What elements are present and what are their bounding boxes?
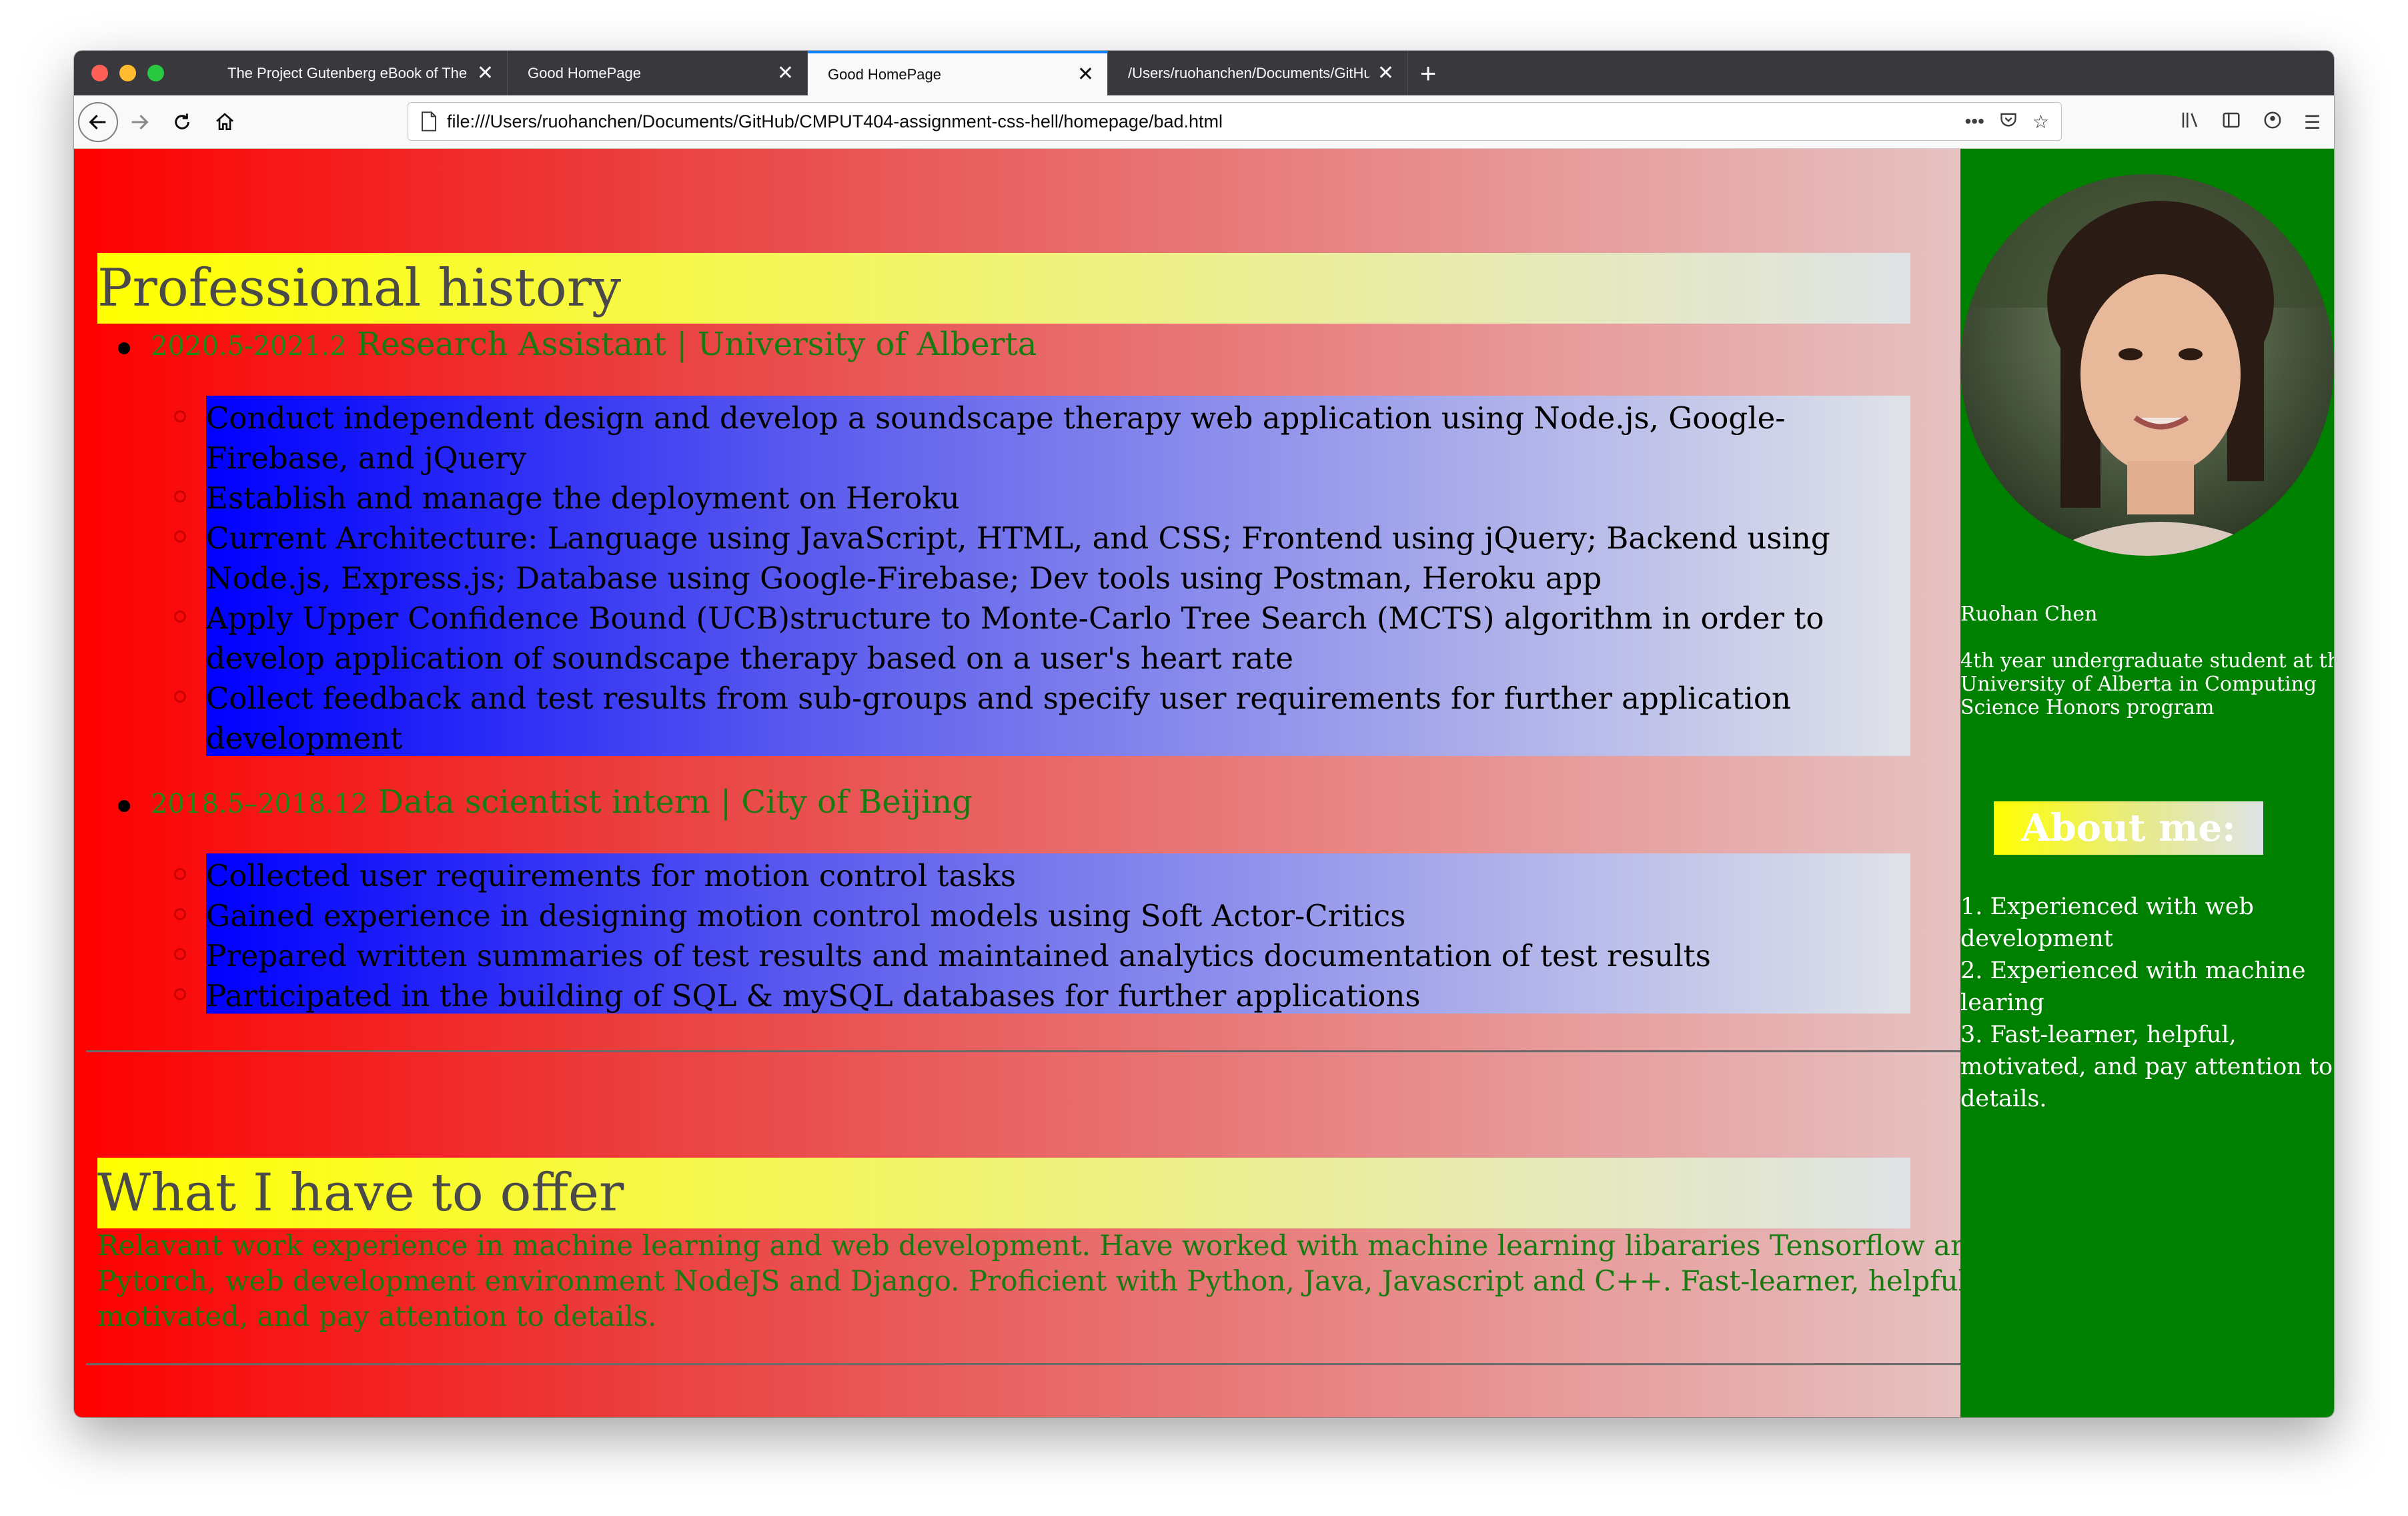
circle-bullet-icon	[174, 410, 186, 422]
tab-title: The Project Gutenberg eBook of The	[227, 64, 468, 81]
bullet-icon	[118, 800, 130, 812]
about-line: details.	[1960, 1086, 2047, 1112]
page-icon	[422, 111, 436, 131]
main-column: Professional history 2020.5-2021.2 Resea…	[74, 149, 1987, 1417]
tab-gutenberg[interactable]: The Project Gutenberg eBook of The ✕	[207, 51, 508, 95]
circle-bullet-icon	[174, 490, 186, 502]
list-item: Apply Upper Confidence Bound (UCB)struct…	[206, 601, 1824, 636]
navigation-toolbar: file:///Users/ruohanchen/Documents/GitHu…	[74, 95, 2334, 149]
url-text[interactable]: file:///Users/ruohanchen/Documents/GitHu…	[447, 111, 1950, 132]
about-line: motivated, and pay attention to	[1960, 1054, 2333, 1080]
url-bar[interactable]: file:///Users/ruohanchen/Documents/GitHu…	[408, 102, 2062, 141]
tab-title: Good HomePage	[828, 65, 941, 83]
list-item: Participated in the building of SQL & my…	[206, 978, 1421, 1014]
description-line: Science Honors program	[1960, 696, 2215, 719]
offer-line: motivated, and pay attention to details.	[97, 1300, 657, 1333]
list-item: Conduct independent design and develop a…	[206, 400, 1786, 436]
more-icon[interactable]: •••	[1964, 111, 1984, 132]
offer-paragraph: Relavant work experience in machine lear…	[97, 1228, 1987, 1334]
page-content: Professional history 2020.5-2021.2 Resea…	[74, 149, 2334, 1417]
about-me-heading: About me:	[1994, 801, 2263, 855]
job-dates: 2018.5–2018.12	[151, 789, 368, 819]
list-item: Current Architecture: Language using Jav…	[206, 520, 1830, 556]
circle-bullet-icon	[174, 691, 186, 703]
job-heading: 2018.5–2018.12 Data scientist intern | C…	[151, 783, 973, 821]
sidebar: Ruohan Chen 4th year undergraduate stude…	[1960, 149, 2334, 1417]
list-item: Node.js, Express.js; Database using Goog…	[206, 560, 1602, 596]
browser-window: The Project Gutenberg eBook of The ✕ Goo…	[74, 51, 2334, 1417]
home-icon	[216, 112, 233, 130]
about-line: 1. Experienced with web	[1960, 893, 2254, 920]
list-item: Prepared written summaries of test resul…	[206, 938, 1711, 974]
list-item: Collect feedback and test results from s…	[206, 681, 1791, 716]
tab-title: /Users/ruohanchen/Documents/GitHub	[1128, 64, 1369, 81]
home-button[interactable]	[203, 101, 246, 143]
profile-description: 4th year undergraduate student at the Un…	[1960, 649, 2334, 719]
circle-bullet-icon	[174, 530, 186, 542]
about-line: development	[1960, 925, 2113, 952]
list-item: Gained experience in designing motion co…	[206, 898, 1406, 933]
circle-bullet-icon	[174, 988, 186, 1000]
about-list: 1. Experienced with web development 2. E…	[1960, 891, 2334, 1115]
forward-button[interactable]	[118, 101, 161, 143]
pocket-icon[interactable]	[1999, 110, 2018, 133]
offer-heading: What I have to offer	[97, 1158, 1910, 1228]
circle-bullet-icon	[174, 908, 186, 920]
tab-good-homepage-active[interactable]: Good HomePage ✕	[808, 51, 1108, 95]
close-window-button[interactable]	[91, 65, 108, 81]
circle-bullet-icon	[174, 948, 186, 960]
offer-line: Pytorch, web development environment Nod…	[97, 1264, 1976, 1297]
minimize-window-button[interactable]	[119, 65, 136, 81]
library-icon[interactable]	[2180, 110, 2200, 135]
close-icon[interactable]: ✕	[477, 63, 494, 83]
close-icon[interactable]: ✕	[777, 63, 794, 83]
reload-button[interactable]	[161, 101, 203, 143]
job-dates: 2020.5-2021.2	[151, 331, 347, 362]
professional-history-heading: Professional history	[97, 253, 1910, 324]
offer-line: Relavant work experience in machine lear…	[97, 1229, 1987, 1262]
list-item: development	[206, 721, 403, 756]
arrow-right-icon	[131, 114, 149, 129]
divider	[86, 1050, 1960, 1052]
bookmark-star-icon[interactable]: ☆	[2032, 111, 2049, 133]
avatar	[1960, 174, 2334, 556]
tab-strip: The Project Gutenberg eBook of The ✕ Goo…	[74, 51, 2334, 95]
bullet-icon	[118, 342, 130, 354]
tab-file-path[interactable]: /Users/ruohanchen/Documents/GitHub ✕	[1108, 51, 1408, 95]
profile-name: Ruohan Chen	[1960, 603, 2098, 626]
list-item: Establish and manage the deployment on H…	[206, 480, 960, 516]
back-button[interactable]	[78, 101, 118, 142]
circle-bullet-icon	[174, 868, 186, 880]
toolbar-right: ☰	[2180, 95, 2321, 149]
list-item: Firebase, and jQuery	[206, 440, 527, 476]
sidebar-icon[interactable]	[2221, 110, 2241, 135]
about-line: learing	[1960, 990, 2044, 1016]
job-title: Research Assistant | University of Alber…	[356, 326, 1037, 363]
job-title: Data scientist intern | City of Beijing	[378, 783, 973, 821]
divider	[86, 1363, 1960, 1365]
circle-bullet-icon	[174, 611, 186, 623]
window-controls	[74, 51, 207, 95]
job-heading: 2020.5-2021.2 Research Assistant | Unive…	[151, 326, 1037, 363]
plus-icon: +	[1419, 57, 1437, 89]
description-line: 4th year undergraduate student at the	[1960, 649, 2334, 673]
list-item: Collected user requirements for motion c…	[206, 858, 1016, 893]
arrow-left-icon	[89, 114, 106, 129]
menu-icon[interactable]: ☰	[2304, 111, 2321, 133]
account-icon[interactable]	[2263, 110, 2283, 135]
zoom-window-button[interactable]	[147, 65, 164, 81]
close-icon[interactable]: ✕	[1077, 64, 1094, 85]
new-tab-button[interactable]: +	[1408, 51, 1448, 95]
tab-title: Good HomePage	[528, 64, 641, 81]
description-line: University of Alberta in Computing	[1960, 673, 2317, 696]
about-line: 3. Fast-learner, helpful,	[1960, 1022, 2237, 1048]
close-icon[interactable]: ✕	[1377, 63, 1394, 83]
reload-icon	[175, 113, 189, 129]
about-line: 2. Experienced with machine	[1960, 958, 2306, 984]
list-item: develop application of soundscape therap…	[206, 641, 1293, 676]
tab-good-homepage[interactable]: Good HomePage ✕	[508, 51, 808, 95]
